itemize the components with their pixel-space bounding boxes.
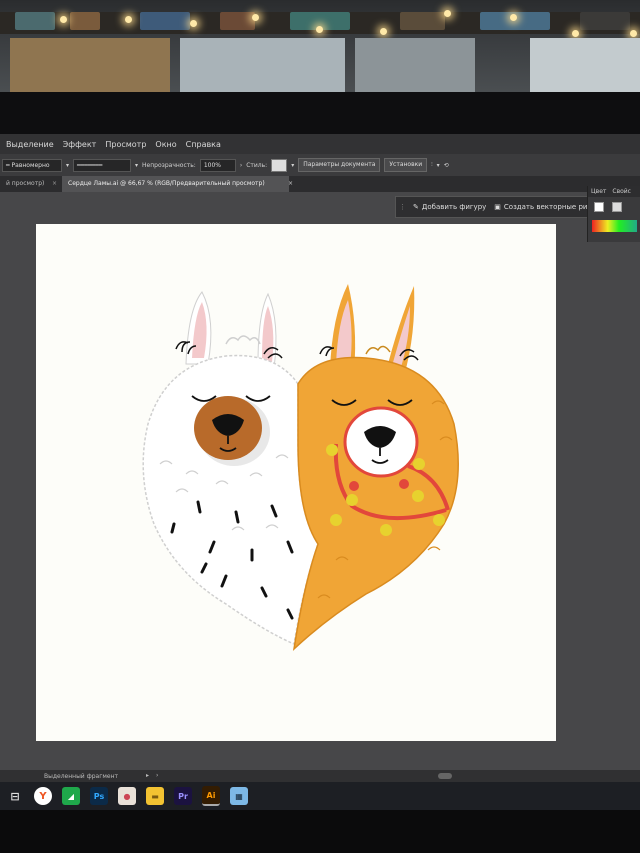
color-spectrum[interactable] <box>592 220 637 232</box>
illustrator-window: Выделение Эффект Просмотр Окно Справка ━… <box>0 134 640 784</box>
string-light <box>60 16 67 23</box>
white-llama-left-ear <box>185 291 212 365</box>
room-background <box>0 0 640 100</box>
string-light <box>572 30 579 37</box>
shelf-item <box>15 12 55 30</box>
green-app-icon[interactable]: ◢ <box>62 787 80 805</box>
chevron-down-icon[interactable]: ▾ <box>66 162 69 169</box>
artboard[interactable] <box>36 224 556 741</box>
opacity-input[interactable]: 100% <box>199 158 236 172</box>
wall-panel <box>180 38 345 100</box>
stroke-profile-select[interactable]: ━ Равномерно <box>2 158 62 172</box>
color-panel: Цвет Свойс <box>587 186 640 242</box>
contextual-task-bar: ⋮ ✎ Добавить фигуру ▣ Создать векторные … <box>395 196 592 218</box>
close-icon[interactable]: × <box>46 176 63 192</box>
shape-icon: ✎ <box>413 203 419 211</box>
recolor-icon[interactable]: ⟲ <box>444 162 449 169</box>
llama-heart-illustration <box>142 284 459 652</box>
wall-panel <box>355 38 475 100</box>
premiere-icon[interactable]: Pr <box>174 787 192 805</box>
chevron-down-icon[interactable]: ▾ <box>291 162 294 169</box>
document-setup-button[interactable]: Параметры документа <box>298 158 381 172</box>
orange-llama-body <box>292 356 459 652</box>
menu-bar: Выделение Эффект Просмотр Окно Справка <box>0 134 640 154</box>
create-vector-label: Создать векторные ри <box>503 203 588 211</box>
tab-properties[interactable]: Свойс <box>612 188 631 195</box>
stroke-profile-value: Равномерно <box>11 161 50 169</box>
tab-previous[interactable]: й просмотр) <box>0 176 50 192</box>
chevron-down-icon[interactable]: ▾ <box>135 162 138 169</box>
style-swatch[interactable] <box>271 158 288 172</box>
ai-label: Ai <box>206 790 216 800</box>
wall-panel <box>530 38 640 100</box>
color-panel-tabs: Цвет Свойс <box>588 186 640 197</box>
shelf-item <box>400 12 445 30</box>
brush-definition-select[interactable]: ━━━━━━━ <box>73 158 132 172</box>
task-view-icon[interactable]: ⊟ <box>6 787 24 805</box>
string-light <box>316 26 323 33</box>
fill-stroke-swatches <box>588 197 640 212</box>
menu-item-view[interactable]: Просмотр <box>105 140 146 149</box>
white-llama-tuft <box>225 335 261 345</box>
arrange-icon[interactable]: ⫶ <box>431 161 433 169</box>
stroke-swatch[interactable] <box>612 202 622 212</box>
menu-item-select[interactable]: Выделение <box>6 140 54 149</box>
orange-llama-muzzle <box>343 406 419 478</box>
vector-icon: ▣ <box>494 203 501 211</box>
string-light <box>630 30 637 37</box>
add-shape-button[interactable]: ✎ Добавить фигуру <box>409 203 490 211</box>
shelf-item <box>140 12 190 30</box>
file-explorer-icon[interactable]: ▬ <box>146 787 164 805</box>
menu-item-help[interactable]: Справка <box>186 140 221 149</box>
paint-icon[interactable]: ● <box>118 787 136 805</box>
white-llama-right-ear <box>257 292 277 369</box>
chevron-right-icon[interactable]: › <box>156 772 158 779</box>
tab-llama-heart[interactable]: Сердце Ламы.ai @ 66,67 % (RGB/Предварите… <box>62 176 289 192</box>
brush-line-icon: ━━━━━━━ <box>77 161 103 169</box>
opacity-label: Непрозрачность: <box>142 161 196 169</box>
yandex-browser-icon[interactable]: Y <box>34 787 52 805</box>
chevron-right-icon[interactable]: › <box>240 162 242 169</box>
menu-item-effect[interactable]: Эффект <box>63 140 97 149</box>
shelf-item <box>580 12 630 30</box>
chevron-down-icon[interactable]: ▾ <box>437 162 440 169</box>
string-light <box>444 10 451 17</box>
ps-label: Ps <box>93 791 105 801</box>
windows-taskbar: ⊟ Y ◢ Ps ● ▬ Pr Ai ▦ <box>0 782 640 810</box>
monitor-bezel-top <box>0 92 640 134</box>
menu-item-window[interactable]: Окно <box>155 140 176 149</box>
grip-icon[interactable]: ⋮ <box>396 203 409 211</box>
calculator-icon[interactable]: ▦ <box>230 787 248 805</box>
string-light <box>510 14 517 21</box>
wooden-cabinet <box>10 38 170 100</box>
selection-label: Выделенный фрагмент <box>44 773 119 780</box>
style-label: Стиль: <box>246 161 268 169</box>
orange-llama-tuft <box>365 345 391 355</box>
shelf-item <box>70 12 100 30</box>
pr-label: Pr <box>178 791 188 801</box>
preferences-button[interactable]: Установки <box>384 158 428 172</box>
monitor-bezel-bottom <box>0 810 640 853</box>
close-icon[interactable]: × <box>282 176 299 192</box>
add-shape-label: Добавить фигуру <box>421 203 487 211</box>
document-tabs: й просмотр) × Сердце Ламы.ai @ 66,67 % (… <box>0 176 640 192</box>
control-bar: ━ Равномерно ▾ ━━━━━━━ ▾ Непрозрачность:… <box>0 154 640 176</box>
scrollbar-thumb[interactable] <box>438 773 452 779</box>
shelf-item <box>220 12 255 30</box>
no-fill-icon[interactable] <box>594 202 604 212</box>
string-light <box>252 14 259 21</box>
create-vector-button[interactable]: ▣ Создать векторные ри <box>490 203 591 211</box>
illustrator-icon[interactable]: Ai <box>202 786 220 806</box>
tab-color[interactable]: Цвет <box>591 188 606 195</box>
string-light <box>190 20 197 27</box>
string-light <box>380 28 387 35</box>
string-light <box>125 16 132 23</box>
photoshop-icon[interactable]: Ps <box>90 787 108 805</box>
play-icon[interactable]: ▸ <box>146 772 149 779</box>
